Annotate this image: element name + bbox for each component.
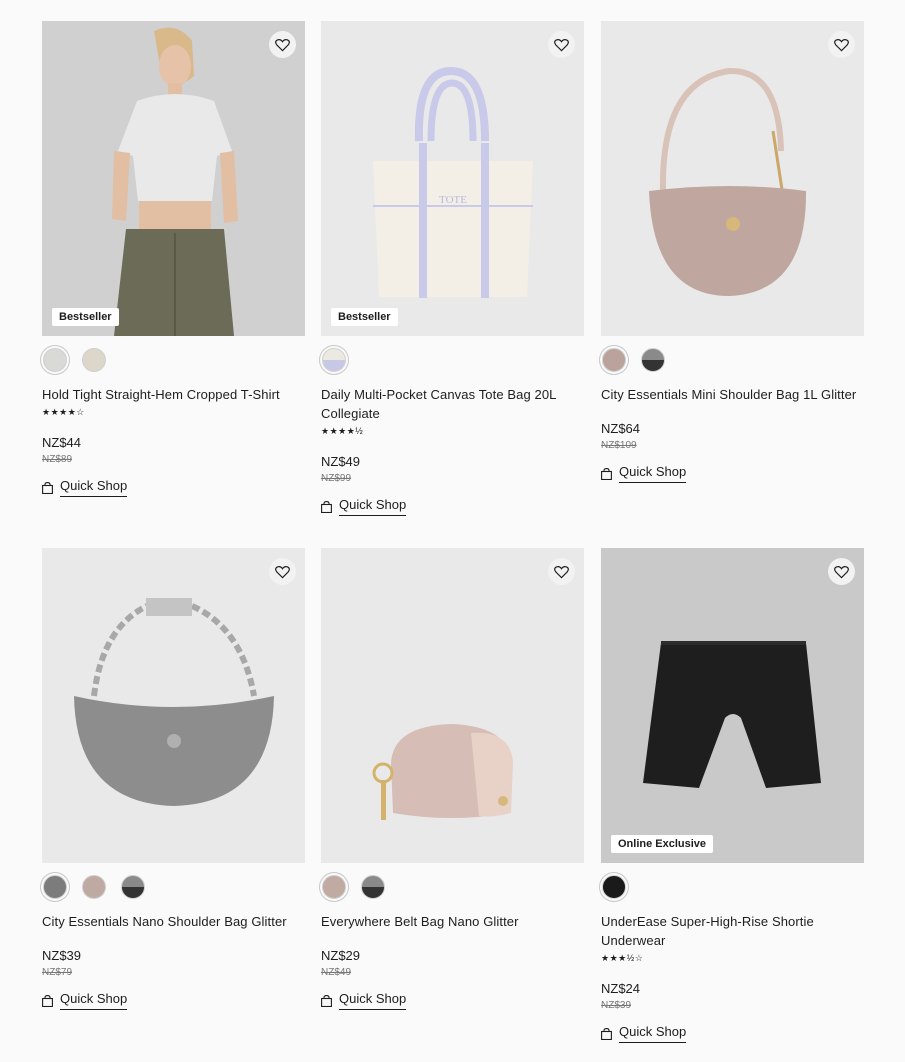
color-swatch[interactable]	[82, 875, 106, 899]
color-swatches	[42, 875, 305, 899]
wishlist-heart-icon[interactable]	[548, 558, 575, 585]
product-name[interactable]: City Essentials Nano Shoulder Bag Glitte…	[42, 912, 305, 931]
rating-stars: ★★★½☆	[601, 953, 644, 963]
original-price: NZ$99	[321, 473, 352, 484]
color-swatch[interactable]	[602, 348, 626, 372]
quick-shop-label: Quick Shop	[60, 478, 128, 497]
product-card: Online Exclusive UnderEase Super-High-Ri…	[601, 548, 864, 1045]
product-card: Bestseller Hold Tight Straight-Hem Cropp…	[42, 21, 305, 499]
quick-shop-label: Quick Shop	[339, 991, 407, 1010]
quick-shop-label: Quick Shop	[339, 497, 407, 516]
product-photo-cropped-tshirt	[42, 21, 305, 336]
color-swatches	[321, 875, 584, 899]
shopping-bag-icon	[321, 500, 332, 513]
product-name[interactable]: Daily Multi-Pocket Canvas Tote Bag 20L C…	[321, 385, 584, 423]
product-name[interactable]: UnderEase Super-High-Rise Shortie Underw…	[601, 912, 864, 950]
color-swatches	[601, 875, 864, 899]
color-swatches	[601, 348, 864, 372]
shopping-bag-icon	[601, 1027, 612, 1040]
color-swatches	[321, 348, 584, 372]
product-image[interactable]	[42, 548, 305, 863]
product-name[interactable]: City Essentials Mini Shoulder Bag 1L Gli…	[601, 385, 864, 404]
product-price: NZ$49	[321, 454, 361, 469]
wishlist-heart-icon[interactable]	[269, 31, 296, 58]
color-swatch[interactable]	[43, 875, 67, 899]
product-price: NZ$24	[601, 981, 641, 996]
svg-text:TOTE: TOTE	[439, 194, 467, 206]
wishlist-heart-icon[interactable]	[828, 31, 855, 58]
quick-shop-label: Quick Shop	[619, 1024, 687, 1043]
quick-shop-button[interactable]: Quick Shop	[321, 991, 407, 1010]
product-price: NZ$44	[42, 435, 82, 450]
product-name[interactable]: Hold Tight Straight-Hem Cropped T-Shirt	[42, 385, 305, 404]
quick-shop-button[interactable]: Quick Shop	[321, 497, 407, 516]
product-photo-mini-shoulder-bag	[601, 21, 864, 336]
product-price: NZ$29	[321, 948, 361, 963]
product-badge: Bestseller	[331, 308, 398, 326]
product-card: City Essentials Mini Shoulder Bag 1L Gli…	[601, 21, 864, 485]
color-swatches	[42, 348, 305, 372]
product-price: NZ$64	[601, 421, 641, 436]
wishlist-heart-icon[interactable]	[548, 31, 575, 58]
product-photo-belt-bag	[321, 548, 584, 863]
product-price: NZ$39	[42, 948, 82, 963]
rating-stars: ★★★★½	[321, 426, 364, 436]
color-swatch[interactable]	[602, 875, 626, 899]
rating-stars: ★★★★☆	[42, 407, 85, 417]
product-image[interactable]	[321, 548, 584, 863]
quick-shop-button[interactable]: Quick Shop	[601, 1024, 687, 1043]
product-badge: Online Exclusive	[611, 835, 714, 853]
shopping-bag-icon	[42, 481, 53, 494]
original-price: NZ$39	[601, 1000, 632, 1011]
quick-shop-label: Quick Shop	[60, 991, 128, 1010]
original-price: NZ$79	[42, 967, 73, 978]
product-image[interactable]: Bestseller	[42, 21, 305, 336]
product-card: Everywhere Belt Bag Nano Glitter NZ$29 N…	[321, 548, 584, 1012]
quick-shop-button[interactable]: Quick Shop	[42, 478, 128, 497]
product-image[interactable]: TOTE Bestseller	[321, 21, 584, 336]
product-card: City Essentials Nano Shoulder Bag Glitte…	[42, 548, 305, 1012]
wishlist-heart-icon[interactable]	[828, 558, 855, 585]
quick-shop-button[interactable]: Quick Shop	[601, 464, 687, 483]
product-name[interactable]: Everywhere Belt Bag Nano Glitter	[321, 912, 584, 931]
shopping-bag-icon	[42, 994, 53, 1007]
quick-shop-button[interactable]: Quick Shop	[42, 991, 128, 1010]
shopping-bag-icon	[321, 994, 332, 1007]
product-card: TOTE Bestseller Daily Multi-Pocket Canva…	[321, 21, 584, 518]
color-swatch[interactable]	[322, 348, 346, 372]
color-swatch[interactable]	[641, 348, 665, 372]
original-price: NZ$89	[42, 454, 73, 465]
product-photo-shortie-underwear	[601, 548, 864, 863]
quick-shop-label: Quick Shop	[619, 464, 687, 483]
color-swatch[interactable]	[322, 875, 346, 899]
wishlist-heart-icon[interactable]	[269, 558, 296, 585]
color-swatch[interactable]	[121, 875, 145, 899]
original-price: NZ$49	[321, 967, 352, 978]
color-swatch[interactable]	[82, 348, 106, 372]
original-price: NZ$109	[601, 440, 637, 451]
color-swatch[interactable]	[361, 875, 385, 899]
product-photo-nano-shoulder-bag	[42, 548, 305, 863]
product-image[interactable]	[601, 21, 864, 336]
color-swatch[interactable]	[43, 348, 67, 372]
product-badge: Bestseller	[52, 308, 119, 326]
product-photo-tote-bag: TOTE	[321, 21, 584, 336]
shopping-bag-icon	[601, 467, 612, 480]
product-image[interactable]: Online Exclusive	[601, 548, 864, 863]
